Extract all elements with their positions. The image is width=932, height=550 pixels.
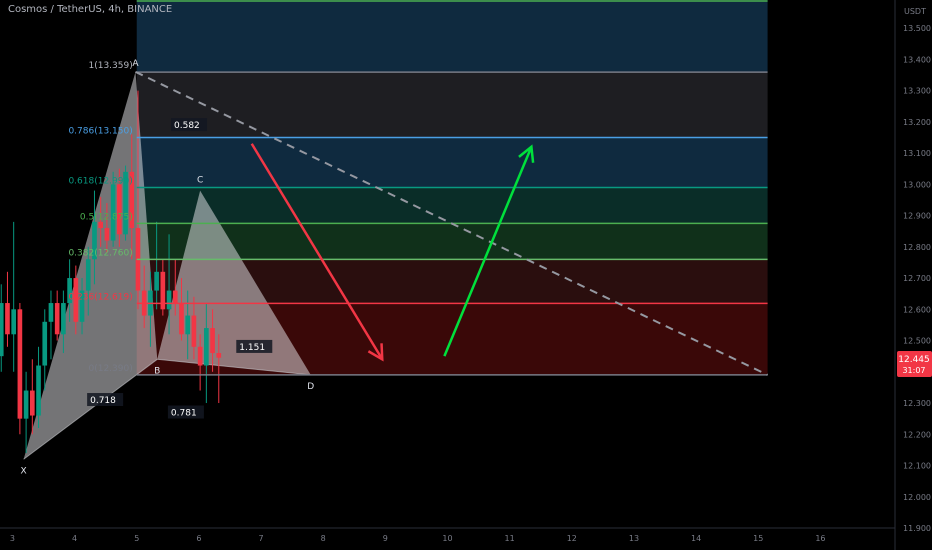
x-tick-12: 12 <box>567 534 577 543</box>
fib-label-0.382: 0.382(12.760) <box>68 248 132 258</box>
ratio-label-1: 0.582 <box>174 121 200 131</box>
y-tick-12.000: 12.000 <box>903 493 931 502</box>
fib-band-1 <box>136 72 768 138</box>
x-tick-5: 5 <box>134 534 139 543</box>
x-tick-16: 16 <box>815 534 825 543</box>
ratio-label-3: 1.151 <box>239 343 265 353</box>
candle-body-2 <box>11 309 17 335</box>
y-tick-13.400: 13.400 <box>903 55 931 64</box>
x-tick-3: 3 <box>10 534 15 543</box>
candle-body-32 <box>197 346 203 366</box>
last-price-tag[interactable]: 12.445 31:07 <box>897 351 932 377</box>
candle-body-10 <box>61 303 66 335</box>
fib-label-0.618: 0.618(12.990) <box>68 176 132 186</box>
candle-body-34 <box>210 328 215 354</box>
x-tick-9: 9 <box>383 534 388 543</box>
candle-body-35 <box>216 353 222 358</box>
x-tick-8: 8 <box>321 534 326 543</box>
candle-body-19 <box>117 184 122 235</box>
candle-body-5 <box>29 390 35 416</box>
y-tick-13.300: 13.300 <box>903 87 931 96</box>
last-price-value: 12.445 <box>898 355 930 365</box>
candle-body-9 <box>54 303 60 335</box>
y-tick-13.200: 13.200 <box>903 118 931 127</box>
x-tick-13: 13 <box>629 534 639 543</box>
chart-root: 1(13.359) 0.786(13.150) 0.618(12.990) 0.5(1… <box>0 0 932 550</box>
fib-label-0.236: 0.236(12.619) <box>68 292 132 302</box>
y-tick-12.600: 12.600 <box>903 305 931 314</box>
candle-body-30 <box>185 315 191 335</box>
candle-body-4 <box>23 390 29 419</box>
y-tick-12.100: 12.100 <box>903 462 931 471</box>
y-axis-currency: USDT <box>904 7 926 16</box>
candle-body-31 <box>191 315 197 347</box>
ratio-label-0: 0.718 <box>90 396 116 406</box>
fib-band-top <box>136 0 768 73</box>
y-tick-13.000: 13.000 <box>903 180 931 189</box>
chart-canvas[interactable]: 1(13.359) 0.786(13.150) 0.618(12.990) 0.5(1… <box>0 0 932 550</box>
last-price-countdown: 31:07 <box>902 366 925 375</box>
x-tick-11: 11 <box>505 534 515 543</box>
candle-body-33 <box>204 328 209 366</box>
x-tick-4: 4 <box>72 534 77 543</box>
candle-body-14 <box>85 259 91 291</box>
x-tick-6: 6 <box>196 534 201 543</box>
candle-body-3 <box>17 309 23 419</box>
x-tick-14: 14 <box>691 534 701 543</box>
candle-body-25 <box>154 271 159 291</box>
y-tick-12.500: 12.500 <box>903 337 931 346</box>
y-tick-13.100: 13.100 <box>903 149 931 158</box>
fib-label-0.786: 0.786(13.150) <box>68 126 132 136</box>
candle-body-0 <box>0 303 4 357</box>
candle-body-17 <box>104 228 110 241</box>
y-tick-12.300: 12.300 <box>903 399 931 408</box>
candle-body-16 <box>98 221 104 229</box>
pattern-point-B: B <box>154 366 160 376</box>
candle-body-7 <box>42 321 48 366</box>
y-tick-12.700: 12.700 <box>903 274 931 283</box>
chart-title: Cosmos / TetherUS, 4h, BINANCE <box>8 4 173 15</box>
candle-body-28 <box>172 290 178 304</box>
x-tick-7: 7 <box>258 534 263 543</box>
candle-body-8 <box>48 303 54 322</box>
fib-band-0.618 <box>136 187 768 224</box>
pattern-point-A: A <box>132 59 139 69</box>
candle-body-6 <box>36 365 41 416</box>
fib-label-0: 0(12.390) <box>88 364 132 374</box>
y-tick-12.200: 12.200 <box>903 430 931 439</box>
y-tick-13.500: 13.500 <box>903 24 931 33</box>
ratio-label-2: 0.781 <box>171 409 197 419</box>
fib-band-0.786 <box>136 137 768 188</box>
y-tick-11.900: 11.900 <box>903 524 931 533</box>
fib-label-1: 1(13.359) <box>88 61 132 71</box>
x-tick-15: 15 <box>753 534 763 543</box>
pattern-point-C: C <box>197 176 203 186</box>
candle-body-29 <box>179 303 184 335</box>
y-tick-12.900: 12.900 <box>903 212 931 221</box>
fib-label-0.5: 0.5(12.875) <box>80 212 133 222</box>
candle-body-1 <box>5 303 10 335</box>
candle-body-27 <box>166 290 172 310</box>
x-tick-10: 10 <box>442 534 452 543</box>
pattern-point-D: D <box>307 382 314 392</box>
y-tick-12.800: 12.800 <box>903 243 931 252</box>
pattern-point-X: X <box>21 466 27 476</box>
